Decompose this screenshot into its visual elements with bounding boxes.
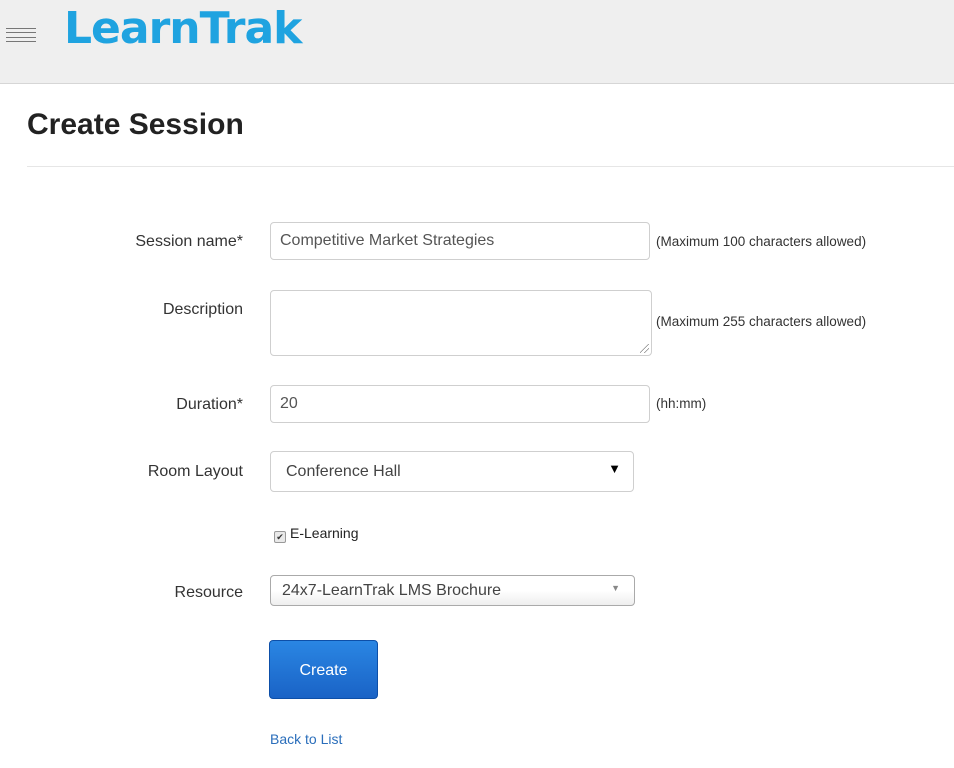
duration-hint: (hh:mm): [656, 396, 707, 411]
back-to-list-link[interactable]: Back to List: [270, 731, 342, 747]
hamburger-line: [6, 40, 36, 42]
hamburger-menu-icon[interactable]: [6, 28, 36, 42]
session-name-hint: (Maximum 100 characters allowed): [656, 234, 867, 249]
resource-select[interactable]: 24x7-LearnTrak LMS Brochure ▼: [270, 575, 635, 606]
session-name-label: Session name*: [135, 233, 243, 250]
resource-label: Resource: [174, 584, 243, 601]
top-header: LearnTrak: [0, 0, 954, 84]
main-content: Create Session Session name* (Maximum 10…: [0, 84, 954, 768]
create-button[interactable]: Create: [269, 640, 378, 699]
room-layout-select[interactable]: Conference Hall ▼: [270, 451, 634, 492]
duration-input[interactable]: [270, 385, 650, 423]
page-title: Create Session: [27, 108, 244, 141]
room-layout-selected: Conference Hall: [286, 463, 401, 480]
resize-handle-icon[interactable]: [640, 344, 649, 353]
resource-selected: 24x7-LearnTrak LMS Brochure: [282, 582, 502, 599]
dropdown-arrow-icon: ▼: [608, 461, 621, 476]
title-divider: [27, 166, 954, 167]
elearning-label[interactable]: E-Learning: [290, 525, 359, 541]
session-name-input[interactable]: [270, 222, 650, 260]
room-layout-label: Room Layout: [147, 463, 243, 480]
hamburger-line: [6, 36, 36, 38]
description-textarea[interactable]: [270, 290, 652, 356]
description-hint: (Maximum 255 characters allowed): [656, 314, 867, 329]
learntrak-logo[interactable]: LearnTrak: [64, 2, 302, 56]
elearning-checkbox[interactable]: ✔: [274, 531, 286, 543]
duration-label: Duration*: [176, 396, 243, 413]
hamburger-line: [6, 32, 36, 34]
dropdown-arrow-icon: ▼: [611, 583, 620, 593]
description-label: Description: [162, 301, 243, 318]
hamburger-line: [6, 28, 36, 29]
